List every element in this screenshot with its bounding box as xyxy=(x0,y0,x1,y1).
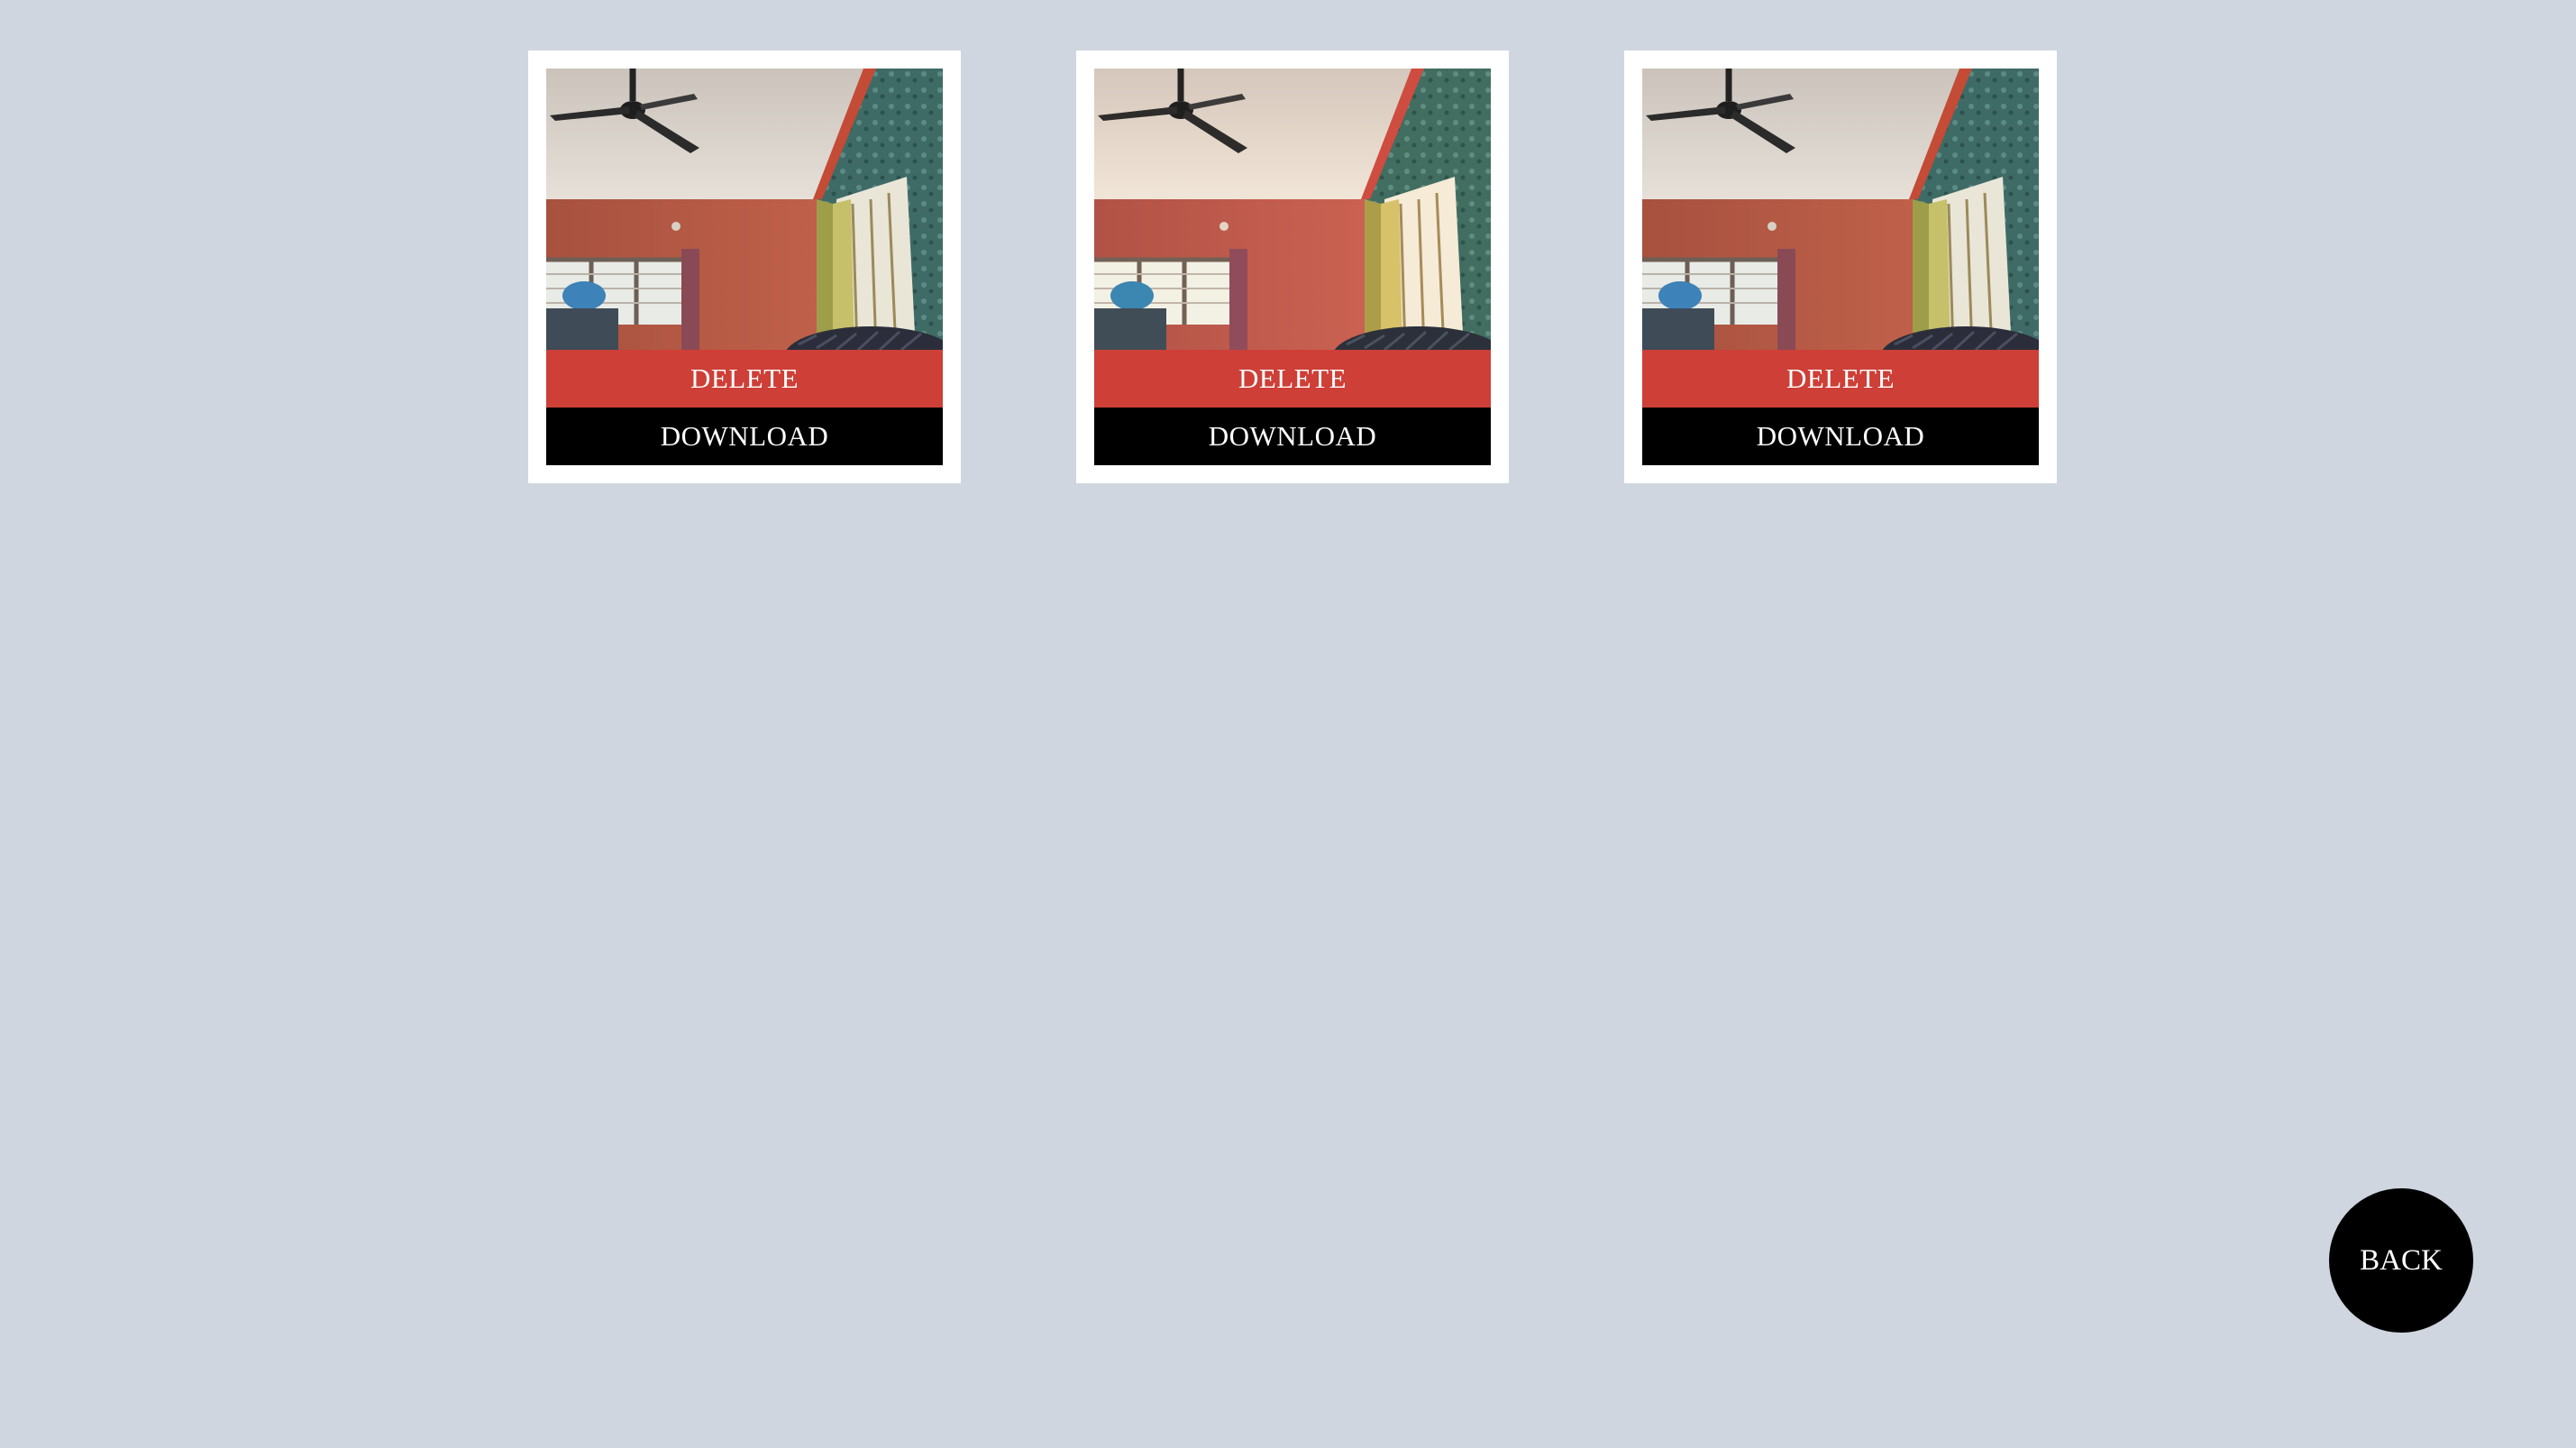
download-button[interactable]: DOWNLOAD xyxy=(546,408,943,465)
delete-button[interactable]: DELETE xyxy=(1642,350,2039,408)
delete-button[interactable]: DELETE xyxy=(1094,350,1491,408)
photo-card: DELETE DOWNLOAD xyxy=(528,50,961,483)
back-button[interactable]: BACK xyxy=(2329,1188,2473,1333)
captured-photo xyxy=(546,69,943,350)
delete-button[interactable]: DELETE xyxy=(546,350,943,408)
captured-photo xyxy=(1642,69,2039,350)
captured-photo xyxy=(1094,69,1491,350)
photo-card: DELETE DOWNLOAD xyxy=(1624,50,2057,483)
photo-card: DELETE DOWNLOAD xyxy=(1076,50,1509,483)
photo-gallery: DELETE DOWNLOAD DELETE DOWNLOAD DELETE D… xyxy=(0,0,2576,1448)
download-button[interactable]: DOWNLOAD xyxy=(1094,408,1491,465)
download-button[interactable]: DOWNLOAD xyxy=(1642,408,2039,465)
